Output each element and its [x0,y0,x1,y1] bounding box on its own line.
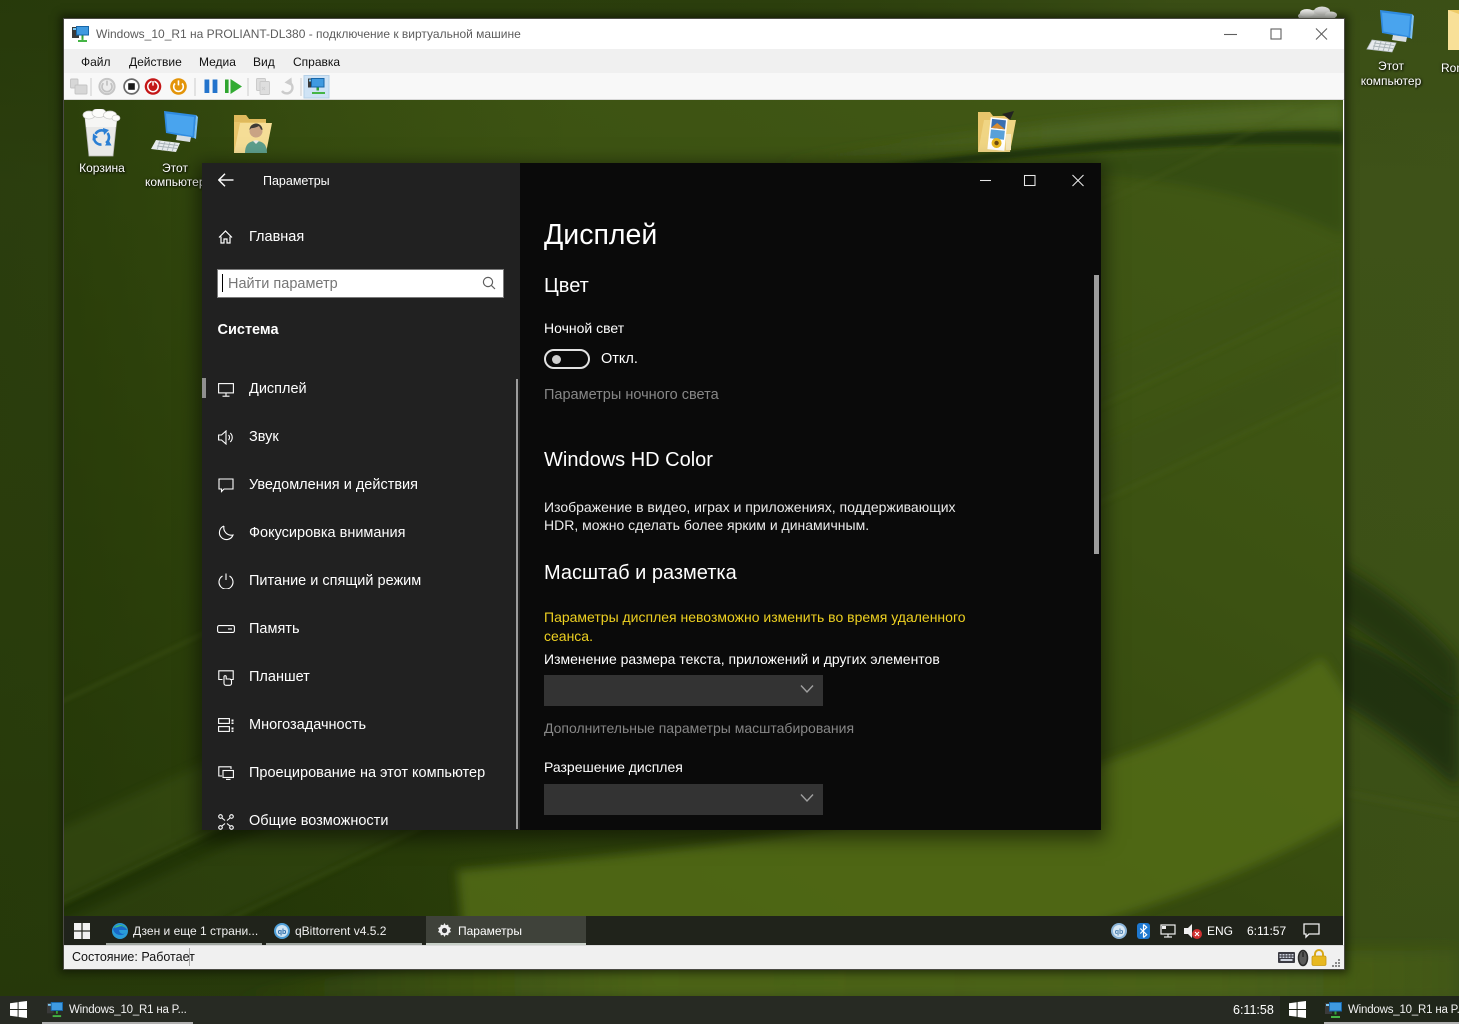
svg-text:qb: qb [278,929,287,936]
svg-text:qb: qb [1115,929,1124,936]
